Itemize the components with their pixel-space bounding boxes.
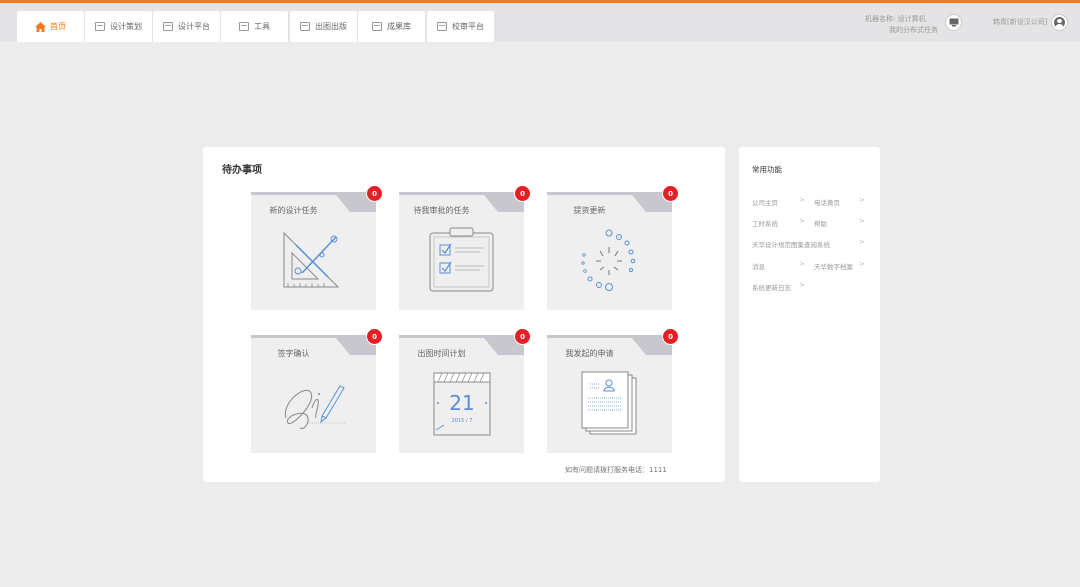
tab-label: 校审平台 (452, 22, 484, 31)
count-badge: 0 (515, 186, 530, 201)
loading-spinner-icon (581, 229, 636, 291)
tab-label: 设计平台 (178, 22, 210, 31)
count-badge: 0 (367, 186, 382, 201)
user-name[interactable]: 韩青[新设汉公司] (993, 17, 1047, 27)
count-badge: 0 (515, 329, 530, 344)
count-badge: 0 (663, 186, 678, 201)
clipboard-checklist-icon (429, 227, 494, 292)
chevron-right-icon: > (859, 260, 865, 268)
application-documents-icon (581, 371, 637, 435)
tab-review-platform[interactable]: 校审平台 (427, 11, 494, 42)
common-functions-panel: 常用功能 公司主页 > 电话黄页 > 工时系统 > 帮助 > 天华设计规范图集查… (739, 147, 880, 482)
link-timesheet-system[interactable]: 工时系统 (752, 218, 778, 228)
calendar-icon: 21 2015 / 7 (433, 372, 491, 436)
tab-publishing[interactable]: 出图出版 (290, 11, 357, 42)
machine-info: 机器名称: 设计算机 (865, 14, 926, 24)
todo-title: 待办事项 (222, 165, 262, 176)
archive-icon (372, 22, 382, 31)
tab-label: 工具 (254, 22, 270, 31)
link-company-homepage[interactable]: 公司主页 (752, 197, 778, 207)
calendar-month: 2015 / 7 (452, 418, 473, 424)
plan-icon (95, 22, 105, 31)
card-label: 我发起的申请 (565, 349, 614, 358)
tab-label: 首页 (50, 22, 66, 31)
chevron-right-icon: > (799, 217, 805, 225)
chevron-right-icon: > (859, 217, 865, 225)
home-icon (35, 22, 46, 32)
toolbox-icon (239, 22, 249, 31)
link-help[interactable]: 帮助 (814, 218, 827, 228)
link-design-standards[interactable]: 天华设计规范图集查阅系统 (752, 239, 830, 249)
machine-label: 机器名称: (865, 15, 896, 23)
tab-archive[interactable]: 成果库 (358, 11, 425, 42)
service-hotline: 如有问题请拨打服务电话：1111 (565, 466, 667, 474)
distributed-task-link[interactable]: 我的分布式任务 (889, 25, 938, 35)
design-platform-icon (163, 22, 173, 31)
machine-name: 设计算机 (897, 15, 926, 23)
todo-panel: 待办事项 新的设计任务 0 待我审批的任务 0 提资更新 0 签字确认 0 出图… (203, 147, 725, 482)
card-new-design-task[interactable]: 新的设计任务 0 (251, 186, 382, 310)
card-pending-approval[interactable]: 待我审批的任务 0 (399, 186, 530, 310)
link-messages[interactable]: 消息 (752, 261, 765, 271)
link-update-log[interactable]: 系统更新日志 (752, 282, 791, 292)
tab-label: 成果库 (387, 22, 411, 31)
card-label: 待我审批的任务 (413, 206, 470, 215)
tab-design-planning[interactable]: 设计策划 (85, 11, 152, 42)
signature-pen-icon (284, 385, 346, 429)
common-title: 常用功能 (752, 165, 782, 174)
count-badge: 0 (367, 329, 382, 344)
review-icon (437, 22, 447, 31)
drafting-tools-icon (283, 231, 340, 288)
tab-label: 出图出版 (315, 22, 347, 31)
chevron-right-icon: > (859, 196, 865, 204)
calendar-day: 21 (449, 391, 474, 415)
user-avatar-icon[interactable] (1051, 14, 1068, 31)
tab-design-platform[interactable]: 设计平台 (153, 11, 220, 42)
card-label: 提资更新 (573, 206, 606, 215)
publish-icon (300, 22, 310, 31)
tab-label: 设计策划 (110, 22, 142, 31)
card-drawing-schedule[interactable]: 出图时间计划 0 21 2015 / 7 (399, 329, 530, 453)
card-data-update[interactable]: 提资更新 0 (547, 186, 678, 310)
card-label: 签字确认 (277, 349, 310, 358)
chevron-right-icon: > (799, 196, 805, 204)
card-label: 出图时间计划 (417, 349, 466, 358)
card-label: 新的设计任务 (269, 206, 318, 215)
link-phone-directory[interactable]: 电话黄页 (814, 197, 840, 207)
tab-home[interactable]: 首页 (17, 11, 84, 42)
computer-icon[interactable] (945, 14, 962, 31)
chevron-right-icon: > (799, 281, 805, 289)
card-my-applications[interactable]: 我发起的申请 0 (547, 329, 678, 453)
chevron-right-icon: > (859, 238, 865, 246)
chevron-right-icon: > (799, 260, 805, 268)
tab-tools[interactable]: 工具 (221, 11, 288, 42)
count-badge: 0 (663, 329, 678, 344)
card-signature-confirm[interactable]: 签字确认 0 (251, 329, 382, 453)
link-digital-archive[interactable]: 天华数字档案 (814, 261, 853, 271)
